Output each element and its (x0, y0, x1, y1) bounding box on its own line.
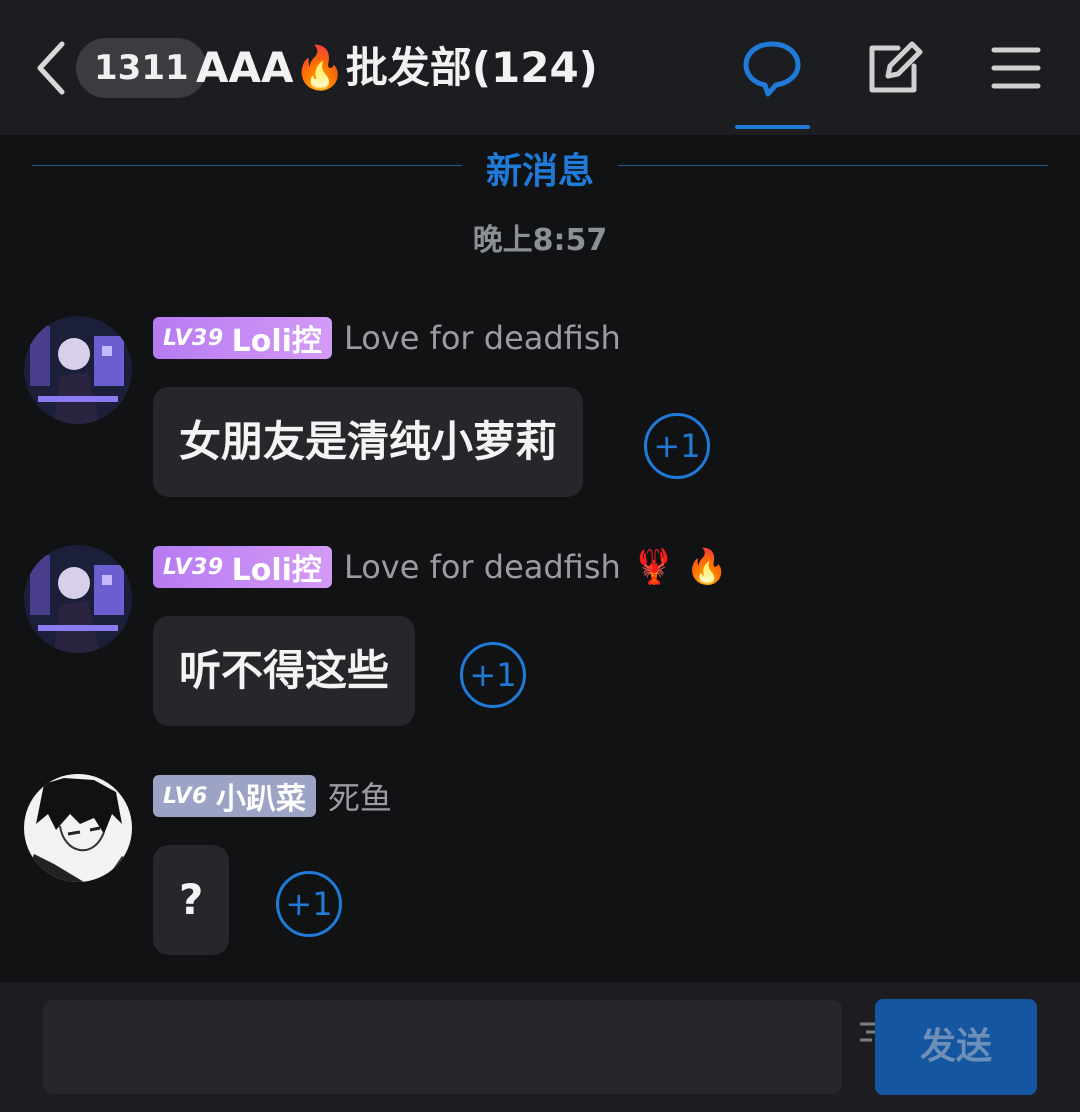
message-meta: LV39 Loli控 Love for deadfish (153, 317, 621, 359)
new-messages-label: 新消息 (485, 151, 594, 192)
group-title: AAA🔥批发部(124) (196, 43, 598, 92)
unread-count-badge[interactable]: 1311 (76, 38, 207, 98)
message-meta: LV39 Loli控 Love for deadfish 🦞 🔥 (153, 546, 728, 588)
level-badge: LV6 小趴菜 (153, 775, 316, 817)
sender-nickname[interactable]: Love for deadfish (344, 548, 621, 586)
active-tab-indicator (735, 125, 810, 129)
avatar[interactable] (24, 545, 132, 653)
chevron-left-icon[interactable] (32, 38, 72, 98)
title-emojis: 🦞 🔥 (632, 547, 729, 587)
chat-bubble-icon[interactable] (742, 38, 802, 98)
plus-one-button[interactable]: +1 (276, 871, 342, 937)
message-meta: LV6 小趴菜 死鱼 (153, 775, 392, 817)
message-bubble[interactable]: 听不得这些 (153, 616, 416, 726)
chat-header: 1311 AAA🔥批发部(124) (0, 0, 1080, 135)
edit-icon[interactable] (864, 38, 924, 98)
message-bubble[interactable]: ? (153, 845, 230, 955)
message-input[interactable] (43, 1000, 842, 1094)
level-badge: LV39 Loli控 (153, 317, 332, 359)
level-badge: LV39 Loli控 (153, 546, 332, 588)
message-bubble[interactable]: 女朋友是清纯小萝莉 (153, 387, 584, 497)
send-button[interactable]: 发送 (875, 999, 1037, 1095)
timestamp: 晚上8:57 (472, 223, 608, 258)
avatar[interactable] (24, 774, 132, 882)
plus-one-button[interactable]: +1 (644, 413, 710, 479)
avatar[interactable] (24, 316, 132, 424)
sender-nickname[interactable]: Love for deadfish (344, 319, 621, 357)
menu-icon[interactable] (986, 38, 1046, 98)
plus-one-button[interactable]: +1 (460, 642, 526, 708)
sender-nickname[interactable]: 死鱼 (328, 773, 392, 819)
